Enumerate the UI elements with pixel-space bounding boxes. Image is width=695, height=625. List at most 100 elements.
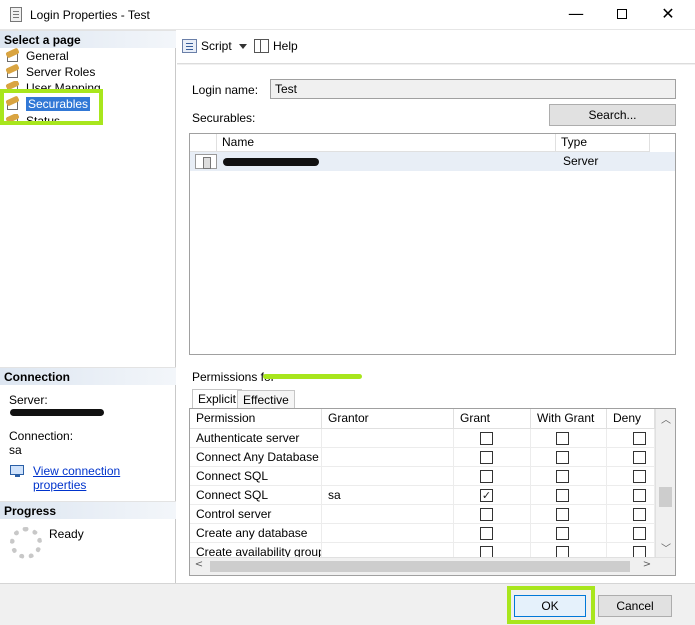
- page-item-label: General: [26, 49, 69, 63]
- search-button[interactable]: Search...: [549, 104, 676, 126]
- table-row[interactable]: Authenticate server: [190, 429, 655, 448]
- table-row[interactable]: Connect SQL sa ✓: [190, 486, 655, 505]
- checkbox-cell: [531, 486, 607, 505]
- script-button[interactable]: Script: [182, 38, 232, 56]
- resize-grip-icon[interactable]: [683, 614, 693, 624]
- connection-properties-icon: [10, 464, 26, 478]
- grant-checkbox[interactable]: [480, 527, 493, 540]
- checkbox-cell: [531, 505, 607, 524]
- securables-column-type[interactable]: Type: [556, 134, 650, 152]
- grant-checkbox[interactable]: [480, 432, 493, 445]
- deny-checkbox[interactable]: [633, 432, 646, 445]
- with-grant-checkbox[interactable]: [556, 508, 569, 521]
- server-icon: [195, 154, 217, 169]
- scroll-right-icon[interactable]: >: [638, 559, 656, 570]
- ok-button[interactable]: OK: [514, 595, 586, 617]
- permission-cell-permission: Connect Any Database: [190, 448, 322, 467]
- grant-checkbox[interactable]: [480, 470, 493, 483]
- window-title: Login Properties - Test: [30, 8, 150, 22]
- scrollbar-thumb[interactable]: [210, 561, 630, 572]
- minimize-button[interactable]: —: [553, 0, 599, 30]
- grant-checkbox[interactable]: [480, 451, 493, 464]
- tab-effective[interactable]: Effective: [237, 390, 295, 409]
- page-item-user-mapping[interactable]: User Mapping: [4, 81, 101, 91]
- redacted-permissions-target: [263, 374, 362, 379]
- tab-explicit[interactable]: Explicit: [192, 389, 243, 409]
- permission-cell-permission: Create any database: [190, 524, 322, 543]
- page-item-general[interactable]: General: [4, 47, 69, 65]
- connection-value: sa: [9, 443, 22, 457]
- checkbox-cell: [607, 448, 655, 467]
- securables-grid: Name Type Server: [189, 133, 676, 355]
- deny-checkbox[interactable]: [633, 451, 646, 464]
- help-label: Help: [273, 39, 298, 53]
- permission-cell-grantor: [322, 505, 454, 524]
- progress-spinner-icon: [10, 527, 42, 559]
- dialog-button-bar: OK Cancel: [0, 583, 695, 625]
- permissions-column-grantor[interactable]: Grantor: [322, 409, 454, 429]
- permissions-column-deny[interactable]: Deny: [607, 409, 655, 429]
- cancel-button[interactable]: Cancel: [598, 595, 672, 617]
- scroll-up-icon[interactable]: ︿: [656, 411, 675, 426]
- permissions-column-permission[interactable]: Permission: [190, 409, 322, 429]
- deny-checkbox[interactable]: [633, 508, 646, 521]
- page-item-label: Status: [26, 114, 61, 122]
- with-grant-checkbox[interactable]: [556, 527, 569, 540]
- with-grant-checkbox[interactable]: [556, 451, 569, 464]
- deny-checkbox[interactable]: [633, 489, 646, 502]
- page-wrench-icon: [5, 63, 20, 79]
- page-item-label: User Mapping: [26, 81, 101, 91]
- permission-cell-grantor: sa: [322, 486, 454, 505]
- server-label: Server:: [9, 393, 48, 407]
- script-dropdown-icon[interactable]: [239, 44, 247, 49]
- help-book-icon: [254, 39, 269, 53]
- permission-cell-permission: Connect SQL: [190, 467, 322, 486]
- grant-checkbox[interactable]: [480, 508, 493, 521]
- page-item-server-roles[interactable]: Server Roles: [4, 63, 96, 81]
- page-item-securables[interactable]: Securables: [4, 95, 91, 113]
- page-item-label: Securables: [26, 97, 91, 111]
- scrollbar-thumb[interactable]: [659, 487, 672, 507]
- progress-header: Progress: [0, 501, 176, 519]
- page-item-label: Server Roles: [26, 65, 96, 79]
- view-connection-properties-link[interactable]: View connection properties: [33, 464, 175, 492]
- page-item-status[interactable]: Status: [4, 114, 60, 122]
- permission-cell-permission: Control server: [190, 505, 322, 524]
- maximize-button[interactable]: [599, 0, 645, 30]
- securable-type: Server: [563, 154, 599, 168]
- permission-cell-grantor: [322, 448, 454, 467]
- select-page-header: Select a page: [0, 30, 176, 48]
- close-button[interactable]: ✕: [645, 0, 691, 30]
- page-wrench-icon: [5, 95, 20, 111]
- scroll-left-icon[interactable]: <: [190, 559, 208, 570]
- permissions-vertical-scrollbar[interactable]: ︿ ﹀: [655, 409, 675, 557]
- redacted-server-name: [10, 409, 104, 416]
- with-grant-checkbox[interactable]: [556, 489, 569, 502]
- permissions-column-with-grant[interactable]: With Grant: [531, 409, 607, 429]
- scroll-down-icon[interactable]: ﹀: [656, 540, 675, 555]
- grant-checkbox[interactable]: ✓: [480, 489, 493, 502]
- deny-checkbox[interactable]: [633, 527, 646, 540]
- permissions-grid: Permission Grantor Grant With Grant Deny…: [189, 408, 676, 576]
- connection-header: Connection: [0, 367, 176, 385]
- table-row[interactable]: Connect SQL: [190, 467, 655, 486]
- permission-cell-permission: Authenticate server: [190, 429, 322, 448]
- with-grant-checkbox[interactable]: [556, 432, 569, 445]
- checkbox-cell: [607, 524, 655, 543]
- permission-cell-grantor: [322, 467, 454, 486]
- permissions-horizontal-scrollbar[interactable]: < >: [190, 557, 675, 575]
- table-row[interactable]: Control server: [190, 505, 655, 524]
- with-grant-checkbox[interactable]: [556, 470, 569, 483]
- permissions-column-grant[interactable]: Grant: [454, 409, 531, 429]
- table-row[interactable]: Create any database: [190, 524, 655, 543]
- table-row[interactable]: Connect Any Database: [190, 448, 655, 467]
- checkbox-cell: [531, 524, 607, 543]
- permission-cell-grantor: [322, 429, 454, 448]
- table-row[interactable]: Server: [190, 152, 675, 171]
- securables-column-name[interactable]: Name: [217, 134, 556, 152]
- deny-checkbox[interactable]: [633, 470, 646, 483]
- login-name-field[interactable]: Test: [270, 79, 676, 99]
- login-name-label: Login name:: [192, 83, 259, 97]
- checkbox-cell: [607, 486, 655, 505]
- help-button[interactable]: Help: [254, 38, 298, 56]
